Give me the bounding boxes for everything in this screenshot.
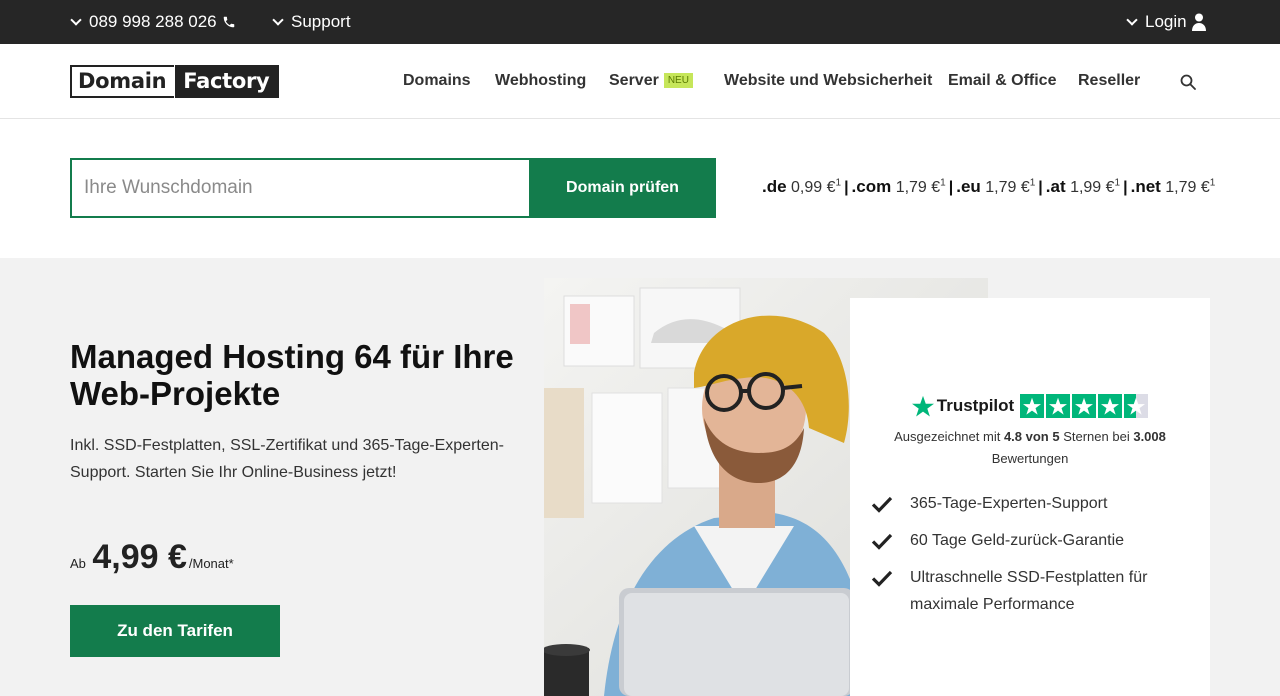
check-icon: [871, 496, 893, 513]
summary-prefix: Ausgezeichnet mit: [894, 429, 1001, 444]
footnote-marker: 1: [940, 177, 946, 189]
star-icon: [1098, 394, 1123, 418]
phone-number: 089 998 288 026: [89, 12, 217, 31]
trustpilot-star-icon: [911, 395, 934, 417]
nav-webhosting[interactable]: Webhosting: [495, 72, 586, 90]
price-amount: 4,99 €: [92, 538, 187, 576]
tld-price: 1,79 €: [985, 179, 1030, 196]
chevron-down-icon: [272, 14, 284, 26]
phone-icon: [223, 16, 234, 28]
feature-label: 365-Tage-Experten-Support: [910, 495, 1108, 512]
top-bar: 089 998 288 026 Support Login: [0, 0, 1280, 44]
nav-server-label: Server: [609, 72, 659, 89]
trustpilot-summary: Ausgezeichnet mit 4.8 von 5 Sternen bei …: [850, 426, 1210, 470]
separator: |: [1123, 179, 1128, 196]
star-icon: [1046, 394, 1071, 418]
hero-subtitle: Inkl. SSD-Festplatten, SSL-Zertifikat un…: [70, 437, 504, 481]
check-icon: [871, 533, 893, 550]
nav-reseller[interactable]: Reseller: [1078, 72, 1140, 90]
tld-price: 0,99 €: [791, 179, 836, 196]
feature-label: 60 Tage Geld-zurück-Garantie: [910, 532, 1125, 549]
check-icon: [871, 570, 893, 587]
separator: |: [1038, 179, 1043, 196]
price-prefix: Ab: [70, 556, 86, 571]
domain-search: Domain prüfen: [70, 158, 716, 218]
support-menu[interactable]: Support: [272, 12, 351, 32]
main-header: Domain Factory Domains Webhosting Server…: [0, 44, 1280, 119]
support-label: Support: [291, 12, 351, 31]
separator: |: [948, 179, 954, 196]
tld-price: 1,79 €: [895, 179, 941, 196]
login-menu[interactable]: Login: [1126, 12, 1206, 32]
logo-part-1: Domain: [70, 65, 175, 98]
tld-name: .com: [851, 177, 892, 196]
logo-part-2: Factory: [175, 65, 280, 98]
tld-name: .net: [1130, 177, 1161, 196]
trustpilot-rating-stars: [1020, 394, 1149, 418]
domain-check-button[interactable]: Domain prüfen: [529, 158, 716, 218]
login-label: Login: [1145, 12, 1187, 31]
half-star-icon: [1124, 394, 1149, 418]
footnote-marker: 1: [1209, 177, 1216, 189]
price-display: Ab 4,99 €/Monat*: [70, 538, 234, 577]
review-count: 3.008: [1133, 429, 1166, 444]
tld-name: .eu: [956, 177, 981, 196]
nav-domains[interactable]: Domains: [403, 72, 471, 90]
nav-website-websicherheit[interactable]: Website und Websicherheit: [724, 72, 932, 90]
search-icon[interactable]: [1180, 74, 1196, 90]
tld-name: .at: [1045, 177, 1066, 196]
star-icon: [1020, 394, 1045, 418]
nav-email-office[interactable]: Email & Office: [948, 72, 1056, 90]
trustpilot-brand: Trustpilot: [936, 396, 1015, 415]
footnote-marker: 1: [835, 177, 842, 189]
summary-suffix: Bewertungen: [991, 451, 1069, 466]
domainfactory-logo[interactable]: Domain Factory: [70, 65, 280, 98]
feature-item: Ultraschnelle SSD-Festplatten für maxima…: [870, 564, 1190, 618]
tld-prices: .de 0,99 €1 | .com 1,79 €1 | .eu 1,79 €1 | .at…: [762, 177, 1215, 197]
chevron-down-icon: [70, 14, 82, 26]
user-icon: [1191, 13, 1206, 31]
star-icon: [1072, 394, 1097, 418]
tariffs-button[interactable]: Zu den Tarifen: [70, 605, 280, 657]
hero-title: Managed Hosting 64 für Ihre Web-Projekte: [70, 338, 514, 412]
tld-name: .de: [762, 177, 787, 196]
tld-price: 1,99 €: [1070, 179, 1115, 196]
rating-score: 4.8 von 5: [1003, 429, 1060, 444]
phone-link[interactable]: 089 998 288 026: [70, 12, 236, 32]
trust-card: Trustpilot Ausgezeichnet mit 4.8 von 5 S…: [850, 298, 1210, 696]
new-badge: NEU: [663, 73, 693, 88]
tld-price: 1,79 €: [1165, 179, 1210, 196]
trustpilot-row[interactable]: Trustpilot: [850, 394, 1210, 418]
chevron-down-icon: [1126, 14, 1138, 26]
feature-item: 60 Tage Geld-zurück-Garantie: [870, 527, 1124, 554]
separator: |: [844, 179, 849, 196]
feature-item: 365-Tage-Experten-Support: [870, 490, 1107, 517]
footnote-marker: 1: [1029, 177, 1036, 189]
summary-mid: Sternen bei: [1063, 429, 1130, 444]
feature-label: Ultraschnelle SSD-Festplatten für maxima…: [910, 569, 1148, 613]
price-suffix: /Monat*: [188, 556, 234, 571]
domain-search-input[interactable]: [70, 158, 530, 218]
footnote-marker: 1: [1114, 177, 1121, 189]
trustpilot-logo: Trustpilot: [911, 395, 1015, 417]
nav-server[interactable]: Server NEU: [609, 72, 693, 90]
